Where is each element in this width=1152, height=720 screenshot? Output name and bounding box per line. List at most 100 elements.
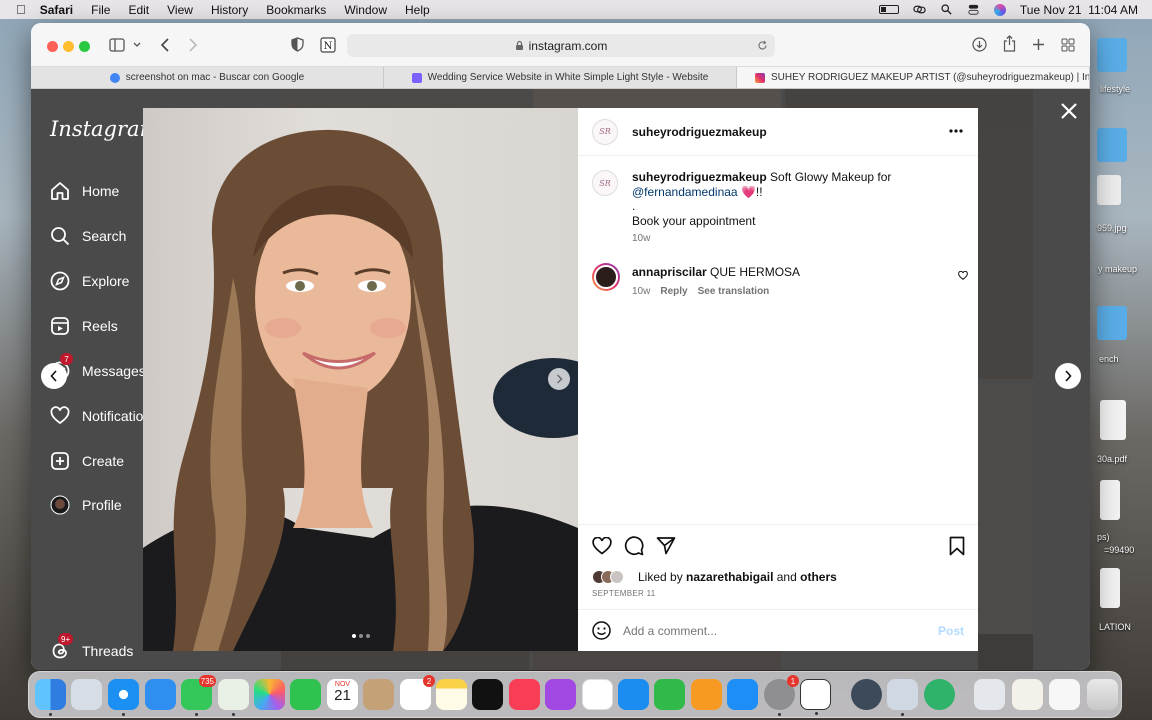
nav-profile[interactable]: Profile bbox=[50, 495, 122, 515]
desktop-folder[interactable] bbox=[1097, 128, 1127, 162]
commenter-avatar[interactable] bbox=[592, 263, 620, 291]
author-avatar[interactable]: SR bbox=[592, 118, 618, 145]
like-comment-icon[interactable] bbox=[958, 271, 968, 280]
minimize-window-button[interactable] bbox=[63, 41, 74, 52]
finder-icon[interactable] bbox=[35, 679, 66, 716]
close-modal-icon[interactable] bbox=[1059, 101, 1079, 121]
messages-app-icon[interactable]: 735 bbox=[181, 675, 216, 716]
notion-icon[interactable] bbox=[800, 679, 831, 715]
comment-input[interactable] bbox=[623, 623, 923, 638]
caption-author-avatar[interactable]: SR bbox=[592, 170, 618, 196]
reload-icon[interactable] bbox=[757, 40, 768, 51]
chevron-down-icon[interactable] bbox=[133, 42, 141, 48]
facetime-icon[interactable] bbox=[290, 679, 321, 710]
system-settings-icon[interactable]: 1 bbox=[764, 675, 799, 716]
apple-menu-icon[interactable]:  bbox=[16, 2, 26, 17]
mail-icon[interactable] bbox=[145, 679, 176, 710]
next-image-button[interactable] bbox=[548, 368, 570, 390]
keynote-icon[interactable] bbox=[618, 679, 649, 710]
desktop-folder[interactable] bbox=[1097, 38, 1127, 72]
share-post-icon[interactable] bbox=[656, 536, 676, 555]
battery-icon[interactable] bbox=[878, 5, 899, 14]
app-store-icon[interactable] bbox=[727, 679, 758, 710]
caption-mention[interactable]: @fernandamedinaa bbox=[632, 185, 738, 199]
menu-bookmarks[interactable]: Bookmarks bbox=[266, 3, 326, 17]
liked-by-avatars[interactable] bbox=[592, 570, 624, 584]
desktop-file-label[interactable]: lifestyle bbox=[1100, 84, 1130, 94]
next-post-button[interactable] bbox=[1055, 363, 1081, 389]
tab-instagram[interactable]: SUHEY RODRIGUEZ MAKEUP ARTIST (@suheyrod… bbox=[737, 67, 1090, 88]
quicktime-icon[interactable] bbox=[851, 679, 882, 710]
desktop-document-file[interactable] bbox=[1100, 568, 1120, 608]
find-my-icon[interactable] bbox=[924, 679, 955, 710]
menubar-clock[interactable]: Tue Nov 21 11:04 AM bbox=[1020, 3, 1138, 17]
desktop-file-label[interactable]: ench bbox=[1099, 354, 1119, 364]
desktop-file-label[interactable]: ps) bbox=[1097, 532, 1110, 542]
author-username[interactable]: suheyrodriguezmakeup bbox=[632, 125, 767, 139]
pages-icon[interactable] bbox=[691, 679, 722, 710]
tab-overview-icon[interactable] bbox=[1061, 38, 1075, 52]
menu-app-name[interactable]: Safari bbox=[40, 3, 73, 17]
close-window-button[interactable] bbox=[47, 41, 58, 52]
siri-icon[interactable] bbox=[993, 3, 1006, 16]
nav-explore[interactable]: Explore bbox=[50, 271, 129, 291]
post-date[interactable]: SEPTEMBER 11 bbox=[592, 589, 655, 598]
maps-icon[interactable] bbox=[218, 679, 249, 716]
zoom-window-button[interactable] bbox=[79, 41, 90, 52]
forward-icon[interactable] bbox=[188, 38, 198, 52]
post-image[interactable] bbox=[143, 108, 578, 651]
launchpad-icon[interactable] bbox=[71, 679, 102, 710]
reply-link[interactable]: Reply bbox=[660, 286, 687, 297]
apple-tv-icon[interactable] bbox=[472, 679, 503, 710]
nav-home[interactable]: Home bbox=[50, 181, 119, 201]
music-icon[interactable] bbox=[509, 679, 540, 710]
downloads-stack-icon[interactable] bbox=[974, 679, 1005, 710]
menu-history[interactable]: History bbox=[211, 3, 248, 17]
menu-file[interactable]: File bbox=[91, 3, 110, 17]
spotlight-search-icon[interactable] bbox=[940, 4, 953, 15]
safari-icon[interactable] bbox=[108, 679, 139, 716]
notion-extension-icon[interactable]: N bbox=[320, 37, 336, 53]
nav-reels[interactable]: Reels bbox=[50, 316, 118, 336]
downloads-icon[interactable] bbox=[972, 37, 987, 52]
comment-username[interactable]: annapriscilar bbox=[632, 265, 707, 279]
menu-help[interactable]: Help bbox=[405, 3, 430, 17]
desktop-file-label[interactable]: 959.jpg bbox=[1097, 223, 1127, 233]
nav-threads[interactable]: 9+ Threads bbox=[50, 633, 133, 661]
tab-wedding-website[interactable]: Wedding Service Website in White Simple … bbox=[384, 67, 737, 88]
control-center-icon[interactable] bbox=[967, 4, 980, 15]
desktop-document-file[interactable] bbox=[1100, 480, 1120, 520]
caption-username[interactable]: suheyrodriguezmakeup bbox=[632, 170, 767, 184]
desktop-image-file[interactable] bbox=[1097, 175, 1121, 205]
reminders-icon[interactable]: 2 bbox=[400, 675, 435, 710]
desktop-file-label[interactable]: 30a.pdf bbox=[1097, 454, 1127, 464]
like-icon[interactable] bbox=[592, 537, 612, 555]
documents-stack-icon[interactable] bbox=[1012, 679, 1043, 710]
desktop-file-label[interactable]: y makeup bbox=[1098, 264, 1137, 274]
menu-edit[interactable]: Edit bbox=[128, 3, 149, 17]
menu-view[interactable]: View bbox=[167, 3, 193, 17]
trash-icon[interactable] bbox=[1087, 679, 1118, 710]
liked-others[interactable]: others bbox=[800, 570, 837, 584]
back-icon[interactable] bbox=[160, 38, 170, 52]
new-tab-icon[interactable] bbox=[1032, 38, 1045, 51]
sidebar-toggle-icon[interactable] bbox=[109, 38, 125, 52]
screenshots-stack-icon[interactable] bbox=[1049, 679, 1080, 710]
previous-post-button[interactable] bbox=[41, 363, 67, 389]
privacy-shield-icon[interactable] bbox=[291, 37, 304, 52]
desktop-file-label[interactable]: LATION bbox=[1099, 622, 1131, 632]
calendar-icon[interactable]: NOV 21 bbox=[327, 679, 358, 710]
menu-window[interactable]: Window bbox=[344, 3, 387, 17]
nav-create[interactable]: Create bbox=[50, 451, 124, 471]
desktop-file-label[interactable]: =99490 bbox=[1104, 545, 1134, 555]
contacts-icon[interactable] bbox=[363, 679, 394, 710]
share-icon[interactable] bbox=[1003, 35, 1016, 52]
photos-icon[interactable] bbox=[254, 679, 285, 710]
desktop-document-file[interactable] bbox=[1100, 400, 1126, 440]
liked-user[interactable]: nazarethabigail bbox=[686, 570, 773, 584]
post-comment-button[interactable]: Post bbox=[938, 624, 964, 638]
see-translation-link[interactable]: See translation bbox=[698, 286, 770, 297]
tab-google-search[interactable]: screenshot on mac - Buscar con Google bbox=[31, 67, 384, 88]
numbers-icon[interactable] bbox=[654, 679, 685, 710]
emoji-icon[interactable] bbox=[592, 621, 611, 640]
